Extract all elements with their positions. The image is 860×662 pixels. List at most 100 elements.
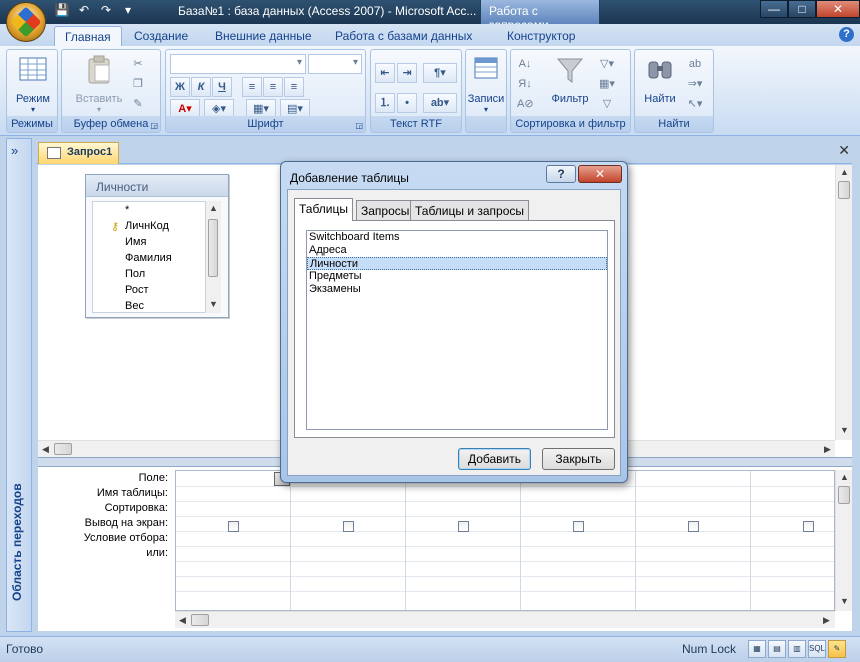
- goto-icon[interactable]: ⇒▾: [687, 76, 703, 92]
- sql-view-icon[interactable]: SQL: [808, 640, 826, 658]
- grid-column[interactable]: [406, 471, 521, 610]
- scroll-up-icon[interactable]: ▲: [840, 167, 849, 177]
- grid-column[interactable]: [521, 471, 636, 610]
- grid-vertical-scrollbar[interactable]: ▲ ▼: [835, 470, 852, 611]
- underline-button[interactable]: Ч: [212, 77, 232, 97]
- show-checkbox[interactable]: [228, 521, 239, 532]
- query-design-grid[interactable]: ▼: [175, 470, 835, 611]
- field-list-item[interactable]: Вес: [93, 298, 205, 314]
- scroll-left-icon[interactable]: ◀: [42, 444, 49, 455]
- field-list-item[interactable]: *: [93, 202, 205, 218]
- minimize-button[interactable]: —: [760, 0, 788, 18]
- scroll-thumb[interactable]: [54, 443, 72, 455]
- redo-icon[interactable]: ↷: [98, 3, 114, 17]
- paragraph-direction-icon[interactable]: ¶▾: [423, 63, 457, 83]
- list-item[interactable]: Адреса: [307, 244, 607, 257]
- show-checkbox[interactable]: [343, 521, 354, 532]
- navigation-pane[interactable]: » Область переходов: [6, 138, 32, 632]
- align-center-icon[interactable]: ≡: [263, 77, 283, 97]
- scroll-thumb[interactable]: [191, 614, 209, 626]
- show-checkbox[interactable]: [458, 521, 469, 532]
- design-vertical-scrollbar[interactable]: ▲ ▼: [835, 165, 852, 440]
- field-list-scrollbar[interactable]: ▲ ▼: [206, 201, 221, 313]
- tab-queries[interactable]: Запросы: [356, 200, 415, 220]
- tab-tables-and-queries[interactable]: Таблицы и запросы: [410, 200, 530, 220]
- tab-database-tools[interactable]: Работа с базами данных: [325, 26, 482, 46]
- grid-column[interactable]: [751, 471, 834, 610]
- scroll-thumb[interactable]: [838, 181, 850, 199]
- format-painter-icon[interactable]: ✎: [130, 96, 146, 112]
- dialog-help-button[interactable]: ?: [546, 165, 576, 183]
- grid-horizontal-scrollbar[interactable]: ◀ ▶: [175, 611, 835, 628]
- tab-tables[interactable]: Таблицы: [294, 198, 354, 221]
- copy-icon[interactable]: ❐: [130, 76, 146, 92]
- field-list-lichnosti[interactable]: Личности * ⚷ ЛичнКод Имя Фамилия Пол Рост…: [85, 174, 229, 318]
- scroll-left-icon[interactable]: ◀: [179, 615, 186, 626]
- help-icon[interactable]: ?: [839, 27, 854, 42]
- list-item[interactable]: Предметы: [307, 270, 607, 283]
- expand-nav-pane-icon[interactable]: »: [11, 143, 18, 158]
- close-document-icon[interactable]: ✕: [838, 142, 850, 159]
- clipboard-launcher-icon[interactable]: ◲: [150, 121, 158, 130]
- records-button[interactable]: Записи ▾: [466, 54, 506, 114]
- scroll-thumb[interactable]: [838, 486, 850, 504]
- font-size-combo[interactable]: [308, 54, 362, 74]
- scroll-up-icon[interactable]: ▲: [840, 472, 849, 482]
- show-checkbox[interactable]: [688, 521, 699, 532]
- undo-icon[interactable]: ↶: [76, 3, 92, 17]
- view-button[interactable]: Режим ▾: [11, 54, 55, 114]
- sort-descending-icon[interactable]: Я↓: [517, 76, 533, 92]
- tab-external-data[interactable]: Внешние данные: [205, 26, 322, 46]
- office-button[interactable]: [6, 2, 46, 42]
- pivotchart-view-icon[interactable]: ▥: [788, 640, 806, 658]
- list-item-selected[interactable]: Личности: [307, 257, 607, 270]
- scroll-up-icon[interactable]: ▲: [209, 203, 218, 213]
- font-name-combo[interactable]: [170, 54, 306, 74]
- selection-filter-icon[interactable]: ▽▾: [599, 56, 615, 72]
- numbering-icon[interactable]: ⒈: [375, 93, 395, 113]
- scroll-right-icon[interactable]: ▶: [824, 444, 831, 455]
- customize-qat-icon[interactable]: ▾: [120, 3, 136, 17]
- dialog-close-button[interactable]: ✕: [578, 165, 622, 183]
- list-item[interactable]: Экзамены: [307, 283, 607, 296]
- add-button[interactable]: Добавить: [458, 448, 531, 470]
- bold-button[interactable]: Ж: [170, 77, 190, 97]
- advanced-filter-icon[interactable]: ▦▾: [599, 76, 615, 92]
- filter-button[interactable]: Фильтр: [545, 54, 595, 105]
- scroll-down-icon[interactable]: ▼: [840, 425, 849, 435]
- font-launcher-icon[interactable]: ◲: [355, 121, 363, 130]
- table-list[interactable]: Switchboard Items Адреса Личности Предме…: [306, 230, 608, 430]
- sort-ascending-icon[interactable]: A↓: [517, 56, 533, 72]
- tab-home[interactable]: Главная: [54, 26, 122, 46]
- show-checkbox[interactable]: [803, 521, 814, 532]
- align-right-icon[interactable]: ≡: [284, 77, 304, 97]
- paste-button[interactable]: Вставить ▾: [68, 54, 130, 114]
- field-list-item[interactable]: ⚷ ЛичнКод: [93, 218, 205, 234]
- italic-button[interactable]: К: [191, 77, 211, 97]
- increase-indent-icon[interactable]: ⇥: [397, 63, 417, 83]
- scroll-right-icon[interactable]: ▶: [823, 615, 830, 626]
- close-button[interactable]: Закрыть: [542, 448, 615, 470]
- list-item[interactable]: Switchboard Items: [307, 231, 607, 244]
- scroll-down-icon[interactable]: ▼: [840, 596, 849, 606]
- field-list-item[interactable]: Рост: [93, 282, 205, 298]
- show-checkbox[interactable]: [573, 521, 584, 532]
- datasheet-view-icon[interactable]: ▦: [748, 640, 766, 658]
- clear-sort-icon[interactable]: A⊘: [517, 96, 534, 112]
- field-list-title[interactable]: Личности: [86, 175, 228, 197]
- maximize-button[interactable]: □: [788, 0, 816, 18]
- grid-column[interactable]: [291, 471, 406, 610]
- bullets-icon[interactable]: •: [397, 93, 417, 113]
- scroll-down-icon[interactable]: ▼: [209, 299, 218, 309]
- close-window-button[interactable]: ✕: [816, 0, 860, 18]
- field-list-item[interactable]: Пол: [93, 266, 205, 282]
- design-view-icon[interactable]: ✎: [828, 640, 846, 658]
- cut-icon[interactable]: ✂: [130, 56, 146, 72]
- pivottable-view-icon[interactable]: ▤: [768, 640, 786, 658]
- toggle-filter-icon[interactable]: ▽: [599, 96, 615, 112]
- tab-query1[interactable]: Запрос1: [38, 142, 120, 164]
- tab-create[interactable]: Создание: [124, 26, 198, 46]
- grid-column[interactable]: ▼: [176, 471, 291, 610]
- select-icon[interactable]: ↖▾: [687, 96, 703, 112]
- highlight-icon[interactable]: ab▾: [423, 93, 457, 113]
